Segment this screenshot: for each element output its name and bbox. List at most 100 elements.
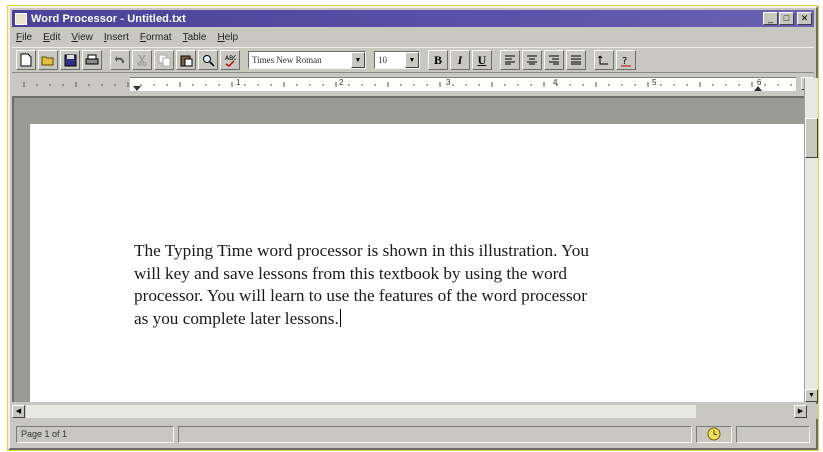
new-document-button[interactable] [16, 50, 36, 70]
status-extra-panel [736, 425, 810, 443]
align-left-button[interactable] [500, 50, 520, 70]
menu-insert-label: nsert [106, 32, 129, 43]
spell-check-button[interactable]: ABC [220, 50, 240, 70]
copy-icon [158, 54, 170, 66]
justify-icon [571, 55, 581, 65]
bold-button[interactable]: B [428, 50, 448, 70]
menu-file[interactable]: File [16, 32, 32, 43]
menu-format-label: ormat [146, 32, 172, 43]
menu-help-label: elp [224, 32, 239, 43]
document-frame: The Typing Time word processor is shown … [12, 96, 804, 402]
app-icon[interactable] [15, 12, 27, 25]
font-name-value: Times New Roman [252, 55, 322, 65]
ruler-number: 2 [339, 78, 344, 87]
window-controls: _ □ ✕ [763, 12, 812, 25]
font-size-dropdown-icon[interactable]: ▼ [405, 52, 419, 68]
ruler[interactable]: 1 2 3 4 5 6 ▲ [12, 75, 814, 95]
document-line: processor. You will learn to use the fea… [134, 286, 587, 305]
window-title: Word Processor - Untitled.txt [31, 12, 186, 25]
left-indent-marker-icon[interactable] [133, 86, 141, 92]
save-disk-icon [64, 54, 76, 66]
menu-help-accel: H [217, 32, 225, 43]
word-processor-window: Word Processor - Untitled.txt _ □ ✕ File… [7, 5, 819, 451]
close-button[interactable]: ✕ [797, 12, 812, 25]
scroll-right-arrow-icon: ▶ [797, 408, 804, 415]
align-left-icon [505, 55, 515, 65]
ruler-number: 3 [446, 78, 451, 87]
print-icon [85, 54, 99, 65]
font-size-combo[interactable]: 10 ▼ [374, 51, 420, 69]
line-spacing-button[interactable] [594, 50, 614, 70]
maximize-button[interactable]: □ [779, 12, 794, 25]
ruler-number: 1 [236, 78, 241, 87]
document-line: will key and save lessons from this text… [134, 263, 567, 283]
vertical-scrollbar[interactable]: ▼ [804, 78, 818, 402]
text-cursor [339, 308, 341, 327]
scroll-left-arrow-icon: ◀ [15, 408, 22, 415]
undo-button[interactable] [110, 50, 130, 70]
menu-format[interactable]: Format [140, 32, 172, 43]
save-button[interactable] [60, 50, 80, 70]
menu-help[interactable]: Help [217, 32, 238, 43]
find-icon [202, 54, 215, 67]
menu-view-label: iew [77, 32, 93, 43]
document-text[interactable]: The Typing Time word processor is shown … [134, 240, 774, 330]
help-button[interactable]: ? [616, 50, 636, 70]
open-button[interactable] [38, 50, 58, 70]
document-page[interactable]: The Typing Time word processor is shown … [30, 124, 804, 402]
align-right-icon [549, 55, 559, 65]
horizontal-scroll-track[interactable] [26, 405, 696, 418]
clock-icon [707, 427, 721, 441]
italic-button[interactable]: I [450, 50, 470, 70]
menu-view[interactable]: View [71, 32, 93, 43]
font-name-combo[interactable]: Times New Roman ▼ [248, 51, 366, 69]
scroll-right-button[interactable]: ▶ [794, 405, 807, 418]
paste-icon [180, 55, 192, 66]
status-icon-panel[interactable] [696, 425, 732, 443]
cut-button[interactable] [132, 50, 152, 70]
scroll-left-button[interactable]: ◀ [12, 405, 25, 418]
status-bar: Page 1 of 1 [12, 423, 818, 445]
status-message-panel [178, 425, 692, 443]
horizontal-scrollbar[interactable]: ◀ ▶ [12, 404, 818, 419]
new-document-icon [20, 53, 32, 67]
underline-button[interactable]: U [472, 50, 492, 70]
font-name-dropdown-icon[interactable]: ▼ [351, 52, 365, 68]
toolbar: ABC Times New Roman ▼ 10 ▼ B I U ? [12, 47, 814, 73]
menu-edit-accel: E [43, 32, 50, 43]
menu-table[interactable]: Table [183, 32, 207, 43]
line-spacing-icon [598, 55, 608, 65]
document-line-text: as you complete later lessons. [134, 308, 339, 328]
menu-file-label: ile [22, 32, 33, 43]
copy-button[interactable] [154, 50, 174, 70]
document-line: The Typing Time word processor is shown … [134, 241, 589, 260]
paste-button[interactable] [176, 50, 196, 70]
scroll-down-button[interactable]: ▼ [805, 389, 818, 402]
spell-check-icon: ABC [225, 55, 236, 67]
menu-insert[interactable]: Insert [104, 32, 129, 43]
justify-button[interactable] [566, 50, 586, 70]
menu-edit[interactable]: Edit [43, 32, 60, 43]
title-bar[interactable]: Word Processor - Untitled.txt _ □ ✕ [12, 10, 814, 27]
menu-bar: File Edit View Insert Format Table Help [12, 29, 814, 46]
menu-table-label: able [187, 32, 207, 43]
minimize-button[interactable]: _ [763, 12, 778, 25]
ruler-number: 5 [652, 78, 657, 87]
menu-edit-label: dit [49, 32, 61, 43]
open-folder-icon [41, 56, 54, 66]
page-indicator: Page 1 of 1 [16, 425, 174, 443]
svg-text:ABC: ABC [225, 55, 236, 62]
print-button[interactable] [82, 50, 102, 70]
align-center-icon [527, 55, 537, 65]
vertical-scroll-thumb[interactable] [805, 118, 818, 158]
cut-icon [137, 54, 147, 66]
scroll-down-arrow-icon: ▼ [808, 392, 815, 399]
ruler-scale: 1 2 3 4 5 6 [16, 77, 796, 91]
document-line-last: as you complete later lessons. [134, 308, 774, 331]
font-size-value: 10 [378, 55, 387, 65]
right-indent-marker-icon[interactable] [754, 86, 762, 92]
align-right-button[interactable] [544, 50, 564, 70]
find-button[interactable] [198, 50, 218, 70]
undo-icon [115, 56, 124, 63]
align-center-button[interactable] [522, 50, 542, 70]
